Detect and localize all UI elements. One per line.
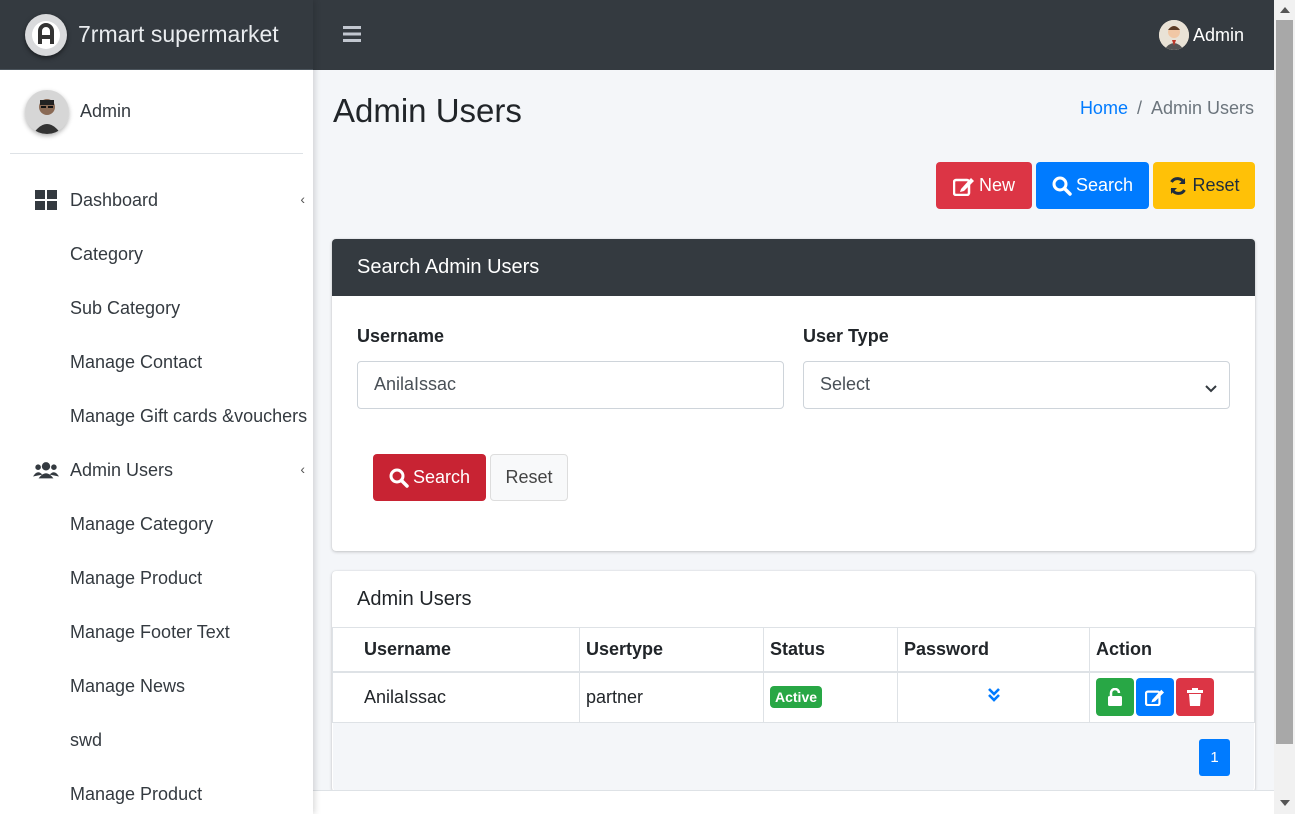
column-header-username: Username: [332, 627, 580, 673]
user-type-select[interactable]: Select: [803, 361, 1230, 409]
sidebar-nav: Dashboard ‹ Category Sub Category Manage…: [0, 154, 313, 814]
chevron-left-icon: ‹: [300, 191, 305, 207]
sidebar-item-label: Manage Gift cards &vouchers: [70, 405, 308, 426]
sidebar-item-manage-product[interactable]: Manage Product: [0, 551, 313, 605]
scroll-up-icon[interactable]: [1280, 7, 1290, 13]
column-header-password: Password: [897, 627, 1090, 673]
sidebar-item-label: Manage Product: [70, 567, 203, 588]
status-badge: Active: [770, 686, 823, 709]
avatar: [1158, 20, 1189, 50]
admin-users-card-title: Admin Users: [357, 588, 472, 610]
column-header-status: Status: [763, 627, 898, 673]
sidebar-item-dashboard[interactable]: Dashboard ‹: [0, 173, 313, 227]
sidebar-item-label: Manage Product: [70, 783, 203, 804]
brand-name: 7rmart supermarket: [78, 21, 279, 47]
cell-password: [897, 671, 1090, 723]
search-card: Search Admin Users Username AnilaIssac U…: [332, 239, 1255, 551]
sidebar-item-label: Admin Users: [70, 459, 174, 480]
sidebar-item-manage-contact[interactable]: Manage Contact: [0, 335, 313, 389]
table-footer: 1: [333, 723, 1254, 791]
cell-username: AnilaIssac: [332, 671, 580, 723]
edit-user-button[interactable]: [1136, 678, 1174, 717]
sidebar-item-label: Manage Contact: [70, 351, 203, 372]
pagination-page-1[interactable]: 1: [1199, 739, 1230, 776]
top-user-menu[interactable]: Admin: [1158, 20, 1244, 50]
sidebar-item-label: Dashboard: [70, 189, 159, 210]
users-icon: [33, 459, 59, 481]
breadcrumb-home-link[interactable]: Home: [1080, 98, 1128, 118]
sidebar-item-label: Sub Category: [70, 297, 181, 318]
edit-icon: [952, 177, 974, 196]
breadcrumb-current: Admin Users: [1150, 98, 1254, 118]
footer-strip: [313, 790, 1274, 814]
sidebar-user-panel[interactable]: Admin: [10, 70, 303, 154]
user-type-label: User Type: [803, 326, 889, 346]
page-scrollbar[interactable]: [1274, 0, 1295, 814]
scrollbar-thumb[interactable]: [1276, 20, 1293, 744]
search-submit-label: Search: [412, 467, 471, 487]
sidebar-item-label: Manage Footer Text: [70, 621, 230, 642]
delete-user-button[interactable]: [1176, 678, 1214, 717]
avatar: [25, 89, 69, 134]
column-header-usertype: Usertype: [579, 627, 764, 673]
cell-action: [1089, 671, 1255, 723]
search-icon: [1052, 176, 1072, 196]
username-input[interactable]: AnilaIssac: [357, 361, 784, 409]
edit-icon: [1145, 690, 1164, 707]
user-type-selected-value: Select: [820, 374, 871, 394]
breadcrumb-separator: /: [1136, 98, 1142, 118]
table-header-row: Username Usertype Status Password Action: [332, 627, 1255, 673]
page-title: Admin Users: [333, 92, 522, 129]
sidebar-item-category[interactable]: Category: [0, 227, 313, 281]
top-user-name: Admin: [1192, 24, 1244, 45]
sidebar: 7rmart supermarket Admin Dashboard ‹ Cat…: [0, 0, 313, 814]
sidebar-item-label: Category: [70, 243, 144, 264]
search-button[interactable]: Search: [1036, 162, 1149, 209]
unlock-user-button[interactable]: [1096, 678, 1134, 717]
sidebar-item-manage-news[interactable]: Manage News: [0, 659, 313, 713]
cell-status: Active: [763, 671, 898, 723]
brand-link[interactable]: 7rmart supermarket: [0, 0, 313, 70]
sidebar-item-manage-footer-text[interactable]: Manage Footer Text: [0, 605, 313, 659]
sidebar-item-manage-product-2[interactable]: Manage Product: [0, 767, 313, 814]
reset-button[interactable]: Reset: [1153, 162, 1255, 209]
sidebar-item-gift-cards[interactable]: Manage Gift cards &vouchers: [0, 389, 313, 443]
scroll-down-icon[interactable]: [1280, 800, 1290, 806]
chevron-down-icon: [1205, 378, 1217, 399]
breadcrumb: Home / Admin Users: [1080, 98, 1254, 119]
admin-users-table: Username Usertype Status Password Action…: [332, 627, 1255, 723]
expand-password-icon[interactable]: [987, 687, 1001, 707]
search-reset-button[interactable]: Reset: [490, 454, 568, 501]
sidebar-item-swd[interactable]: swd: [0, 713, 313, 767]
sidebar-item-admin-users[interactable]: Admin Users ‹: [0, 443, 313, 497]
sidebar-item-sub-category[interactable]: Sub Category: [0, 281, 313, 335]
dashboard-icon: [33, 189, 59, 211]
main-content: Admin Users Home / Admin Users New Search …: [313, 70, 1274, 814]
new-button-label: New: [978, 175, 1015, 195]
refresh-icon: [1170, 176, 1187, 195]
unlock-icon: [1108, 688, 1122, 707]
search-card-title: Search Admin Users: [332, 239, 1255, 296]
brand-logo-icon: [25, 13, 67, 56]
hamburger-menu-icon[interactable]: [343, 26, 361, 47]
search-icon: [389, 468, 409, 488]
new-button[interactable]: New: [936, 162, 1032, 209]
trash-icon: [1187, 688, 1203, 707]
sidebar-user-name: Admin: [80, 101, 132, 121]
sidebar-item-label: Manage News: [70, 675, 186, 696]
page-actions: New Search Reset: [936, 162, 1255, 209]
admin-users-card: Admin Users Username Usertype Status Pas…: [332, 571, 1255, 792]
table-row: AnilaIssac partner Active: [332, 671, 1255, 723]
cell-usertype: partner: [579, 671, 764, 723]
sidebar-item-label: Manage Category: [70, 513, 214, 534]
username-label: Username: [357, 326, 445, 346]
sidebar-item-label: swd: [70, 729, 103, 750]
search-button-label: Search: [1075, 175, 1134, 195]
column-header-action: Action: [1089, 627, 1255, 673]
search-submit-button[interactable]: Search: [373, 454, 486, 501]
top-navbar: Admin: [313, 0, 1274, 70]
sidebar-item-manage-category[interactable]: Manage Category: [0, 497, 313, 551]
chevron-left-icon: ‹: [300, 461, 305, 477]
reset-button-label: Reset: [1192, 175, 1240, 195]
